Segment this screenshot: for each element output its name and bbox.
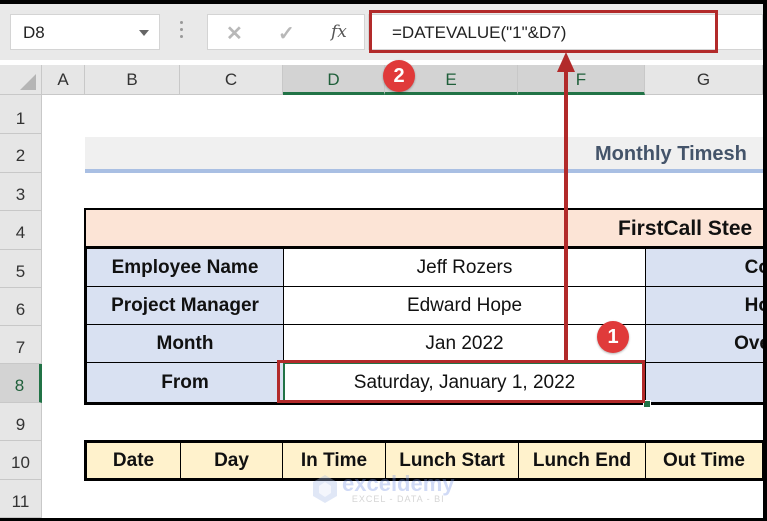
company-cell[interactable]: FirstCall Stee xyxy=(84,208,763,248)
enter-icon[interactable]: ✓ xyxy=(278,21,295,46)
title-cell[interactable]: Monthly Timesh xyxy=(85,137,763,173)
value-month[interactable]: Jan 2022 xyxy=(283,324,646,363)
value-employee-name[interactable]: Jeff Rozers xyxy=(283,248,646,287)
row-header-3[interactable]: 3 xyxy=(0,173,42,211)
name-box[interactable]: D8 xyxy=(10,14,160,50)
select-all-button[interactable] xyxy=(0,65,42,95)
column-header-c[interactable]: C xyxy=(180,65,283,95)
formula-buttons: ✕ ✓ fx xyxy=(207,14,365,50)
row-header-7[interactable]: 7 xyxy=(0,326,42,364)
drag-handle-icon[interactable] xyxy=(180,18,184,44)
label-from[interactable]: From xyxy=(86,362,284,403)
watermark-name: exceldemy xyxy=(342,471,455,496)
step-badge-1: 1 xyxy=(597,321,629,353)
row-header-6[interactable]: 6 xyxy=(0,288,42,326)
row-header-8[interactable]: 8 xyxy=(0,364,42,403)
header-day[interactable]: Day xyxy=(180,442,283,479)
row-header-1[interactable]: 1 xyxy=(0,95,42,134)
step-badge-2: 2 xyxy=(383,60,415,92)
label-right-4[interactable] xyxy=(645,362,763,403)
label-month[interactable]: Month xyxy=(86,324,284,363)
row-header-9[interactable]: 9 xyxy=(0,403,42,441)
header-date[interactable]: Date xyxy=(86,442,181,479)
row-header-4[interactable]: 4 xyxy=(0,211,42,250)
label-right-3[interactable]: Ove xyxy=(645,324,763,363)
watermark-tagline: EXCEL - DATA - BI xyxy=(351,494,445,504)
name-box-value: D8 xyxy=(23,23,45,42)
column-header-f[interactable]: F xyxy=(518,65,645,95)
excel-window: D8 ✕ ✓ fx =DATEVALUE("1"&D7) A B C D E F… xyxy=(0,4,763,518)
row-header-10[interactable]: 10 xyxy=(0,441,42,480)
company-name: FirstCall Stee xyxy=(618,217,753,240)
column-header-g[interactable]: G xyxy=(645,65,763,95)
row-header-11[interactable]: 11 xyxy=(0,480,42,518)
column-header-b[interactable]: B xyxy=(85,65,180,95)
watermark: exceldemy EXCEL - DATA - BI xyxy=(312,471,455,504)
cancel-icon[interactable]: ✕ xyxy=(226,21,243,46)
label-right-2[interactable]: Ho xyxy=(645,286,763,325)
header-lunch-end[interactable]: Lunch End xyxy=(518,442,646,479)
value-project-manager[interactable]: Edward Hope xyxy=(283,286,646,325)
exceldemy-logo-icon xyxy=(313,475,337,503)
column-header-a[interactable]: A xyxy=(42,65,85,95)
chevron-down-icon[interactable] xyxy=(139,30,149,36)
label-right-1[interactable]: Co xyxy=(645,248,763,287)
arrow-line xyxy=(564,66,568,360)
result-highlight-box xyxy=(277,360,645,403)
formula-highlight-box xyxy=(369,10,718,53)
column-header-d[interactable]: D xyxy=(283,65,385,95)
insert-function-icon[interactable]: fx xyxy=(331,22,347,42)
sheet-title: Monthly Timesh xyxy=(595,143,747,165)
row-header-2[interactable]: 2 xyxy=(0,134,42,173)
label-project-manager[interactable]: Project Manager xyxy=(86,286,284,325)
arrow-up-icon xyxy=(557,52,575,72)
row-header-5[interactable]: 5 xyxy=(0,250,42,288)
header-out-time[interactable]: Out Time xyxy=(645,442,763,479)
label-employee-name[interactable]: Employee Name xyxy=(86,248,284,287)
